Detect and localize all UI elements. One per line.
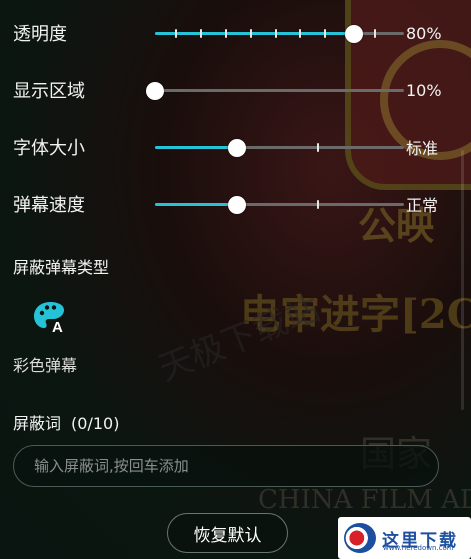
slider-track-display-area[interactable] (146, 82, 404, 100)
block-type-colored-danmaku[interactable]: A 彩色弹幕 (13, 298, 93, 378)
slider-label-speed: 弹幕速度 (13, 195, 85, 216)
keywords-title: 屏蔽词 (0/10) (13, 410, 119, 434)
slider-thumb-display-area[interactable] (146, 82, 164, 100)
slider-tick (249, 29, 252, 38)
slider-label-font-size: 字体大小 (13, 138, 85, 159)
slider-row-font-size: 字体大小 标准 (13, 132, 453, 162)
slider-track-font-size[interactable] (155, 139, 404, 157)
svg-text:A: A (52, 319, 63, 334)
slider-tick (174, 29, 177, 38)
slider-tick (374, 29, 377, 38)
slider-tick (199, 29, 202, 38)
block-types-title: 屏蔽弹幕类型 (13, 258, 110, 277)
block-keyword-input[interactable] (13, 445, 439, 487)
slider-thumb-font-size[interactable] (228, 139, 247, 157)
site-logo: 这里下载 (338, 517, 471, 559)
slider-track-speed[interactable] (155, 196, 404, 214)
slider-thumb-opacity[interactable] (345, 25, 364, 43)
logo-mark-icon (344, 523, 376, 553)
slider-row-speed: 弹幕速度 正常 (13, 189, 453, 219)
slider-tick (324, 29, 327, 38)
slider-value-opacity: 80% (406, 23, 442, 43)
slider-tick (316, 143, 319, 152)
slider-value-font-size: 标准 (406, 139, 439, 158)
restore-default-button[interactable]: 恢复默认 (167, 513, 288, 553)
slider-label-opacity: 透明度 (13, 24, 67, 45)
slider-thumb-speed[interactable] (228, 196, 247, 214)
slider-label-display-area: 显示区域 (13, 81, 85, 102)
slider-fill-speed (155, 203, 238, 206)
slider-row-opacity: 透明度 80% (13, 18, 453, 48)
slider-value-display-area: 10% (406, 80, 442, 100)
slider-value-speed: 正常 (406, 196, 439, 215)
slider-track-opacity[interactable] (155, 25, 404, 43)
slider-fill-font-size (155, 146, 238, 149)
keywords-title-text: 屏蔽词 (13, 414, 62, 433)
logo-url: www.heredown.com (383, 544, 454, 552)
danmaku-settings-panel: 透明度 80% 显示区域 10% 字体大小 标准 弹幕速度 正常 屏蔽弹幕类型 (0, 0, 471, 559)
keywords-count: (0/10) (71, 414, 120, 433)
panel-scrollbar[interactable] (461, 150, 464, 410)
slider-tick (316, 200, 319, 209)
block-type-label: 彩色弹幕 (13, 356, 78, 375)
slider-row-display-area: 显示区域 10% (13, 75, 453, 105)
palette-icon: A (34, 302, 64, 334)
slider-tick (224, 29, 227, 38)
slider-tick (274, 29, 277, 38)
